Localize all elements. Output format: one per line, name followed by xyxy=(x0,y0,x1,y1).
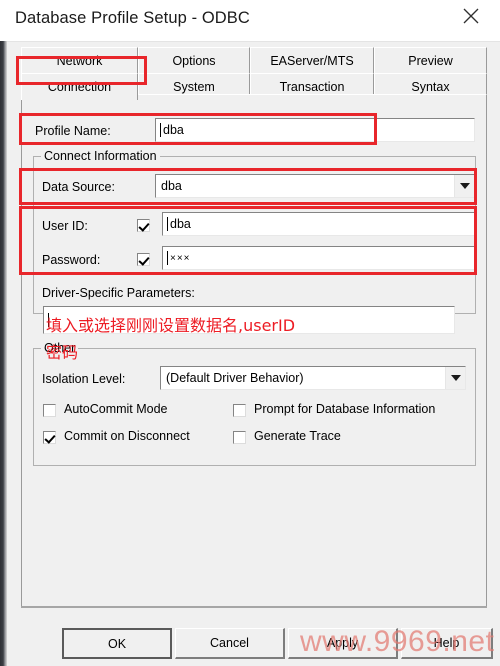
driver-params-input[interactable] xyxy=(43,306,455,334)
user-id-checkbox[interactable] xyxy=(137,219,150,232)
generate-trace-label: Generate Trace xyxy=(254,429,341,443)
autocommit-mode-label: AutoCommit Mode xyxy=(64,402,168,416)
close-icon xyxy=(463,8,479,24)
commit-on-disconnect-label: Commit on Disconnect xyxy=(64,429,190,443)
dialog-body: Network Options EAServer/MTS Preview Con… xyxy=(7,41,500,666)
password-checkbox[interactable] xyxy=(137,253,150,266)
close-button[interactable] xyxy=(448,0,494,32)
isolation-level-label: Isolation Level: xyxy=(42,372,126,386)
tab-options[interactable]: Options xyxy=(138,47,250,74)
password-value: ××× xyxy=(170,252,191,264)
connect-information-title: Connect Information xyxy=(41,149,160,163)
generate-trace-checkbox[interactable] xyxy=(233,431,246,444)
apply-button[interactable]: Apply xyxy=(288,628,398,659)
profile-name-value: dba xyxy=(163,123,184,137)
data-source-combobox[interactable]: dba xyxy=(155,174,475,198)
password-label: Password: xyxy=(42,253,101,267)
title-bar: Database Profile Setup - ODBC xyxy=(0,0,500,41)
prompt-for-database-information-checkbox[interactable] xyxy=(233,404,246,417)
cancel-button[interactable]: Cancel xyxy=(175,628,285,659)
background-window-edge xyxy=(0,28,7,666)
chevron-down-icon[interactable] xyxy=(445,367,465,389)
profile-name-input[interactable]: dba xyxy=(155,118,475,142)
text-caret xyxy=(160,123,161,137)
tab-network[interactable]: Network xyxy=(21,47,138,74)
text-caret xyxy=(167,251,168,265)
help-button[interactable]: Help xyxy=(401,628,493,659)
connection-tab-panel: Profile Name: dba Connect Information Da… xyxy=(21,94,487,608)
chevron-down-icon[interactable] xyxy=(454,175,474,197)
tab-connection[interactable]: Connection xyxy=(21,73,138,100)
tab-easerver-mts[interactable]: EAServer/MTS xyxy=(250,47,374,74)
other-title: Other xyxy=(41,341,79,355)
window-title: Database Profile Setup - ODBC xyxy=(15,9,250,27)
text-caret xyxy=(48,313,49,327)
tab-preview[interactable]: Preview xyxy=(374,47,487,74)
autocommit-mode-checkbox[interactable] xyxy=(43,404,56,417)
dialog-button-row: OK Cancel Apply Help xyxy=(7,619,500,666)
profile-name-label: Profile Name: xyxy=(35,124,111,138)
isolation-level-combobox[interactable]: (Default Driver Behavior) xyxy=(160,366,466,390)
user-id-label: User ID: xyxy=(42,219,88,233)
data-source-label: Data Source: xyxy=(42,180,115,194)
commit-on-disconnect-checkbox[interactable] xyxy=(43,431,56,444)
text-caret xyxy=(167,217,168,231)
user-id-value: dba xyxy=(170,217,191,231)
ok-button[interactable]: OK xyxy=(62,628,172,659)
password-input[interactable]: ××× xyxy=(162,246,475,270)
odbc-profile-setup-dialog: Database Profile Setup - ODBC Network Op… xyxy=(0,0,500,666)
data-source-value: dba xyxy=(161,179,182,193)
user-id-input[interactable]: dba xyxy=(162,212,475,236)
isolation-level-value: (Default Driver Behavior) xyxy=(166,371,304,385)
driver-params-label: Driver-Specific Parameters: xyxy=(42,286,195,300)
tab-row-upper: Network Options EAServer/MTS Preview xyxy=(21,47,487,74)
prompt-for-database-information-label: Prompt for Database Information xyxy=(254,402,436,416)
